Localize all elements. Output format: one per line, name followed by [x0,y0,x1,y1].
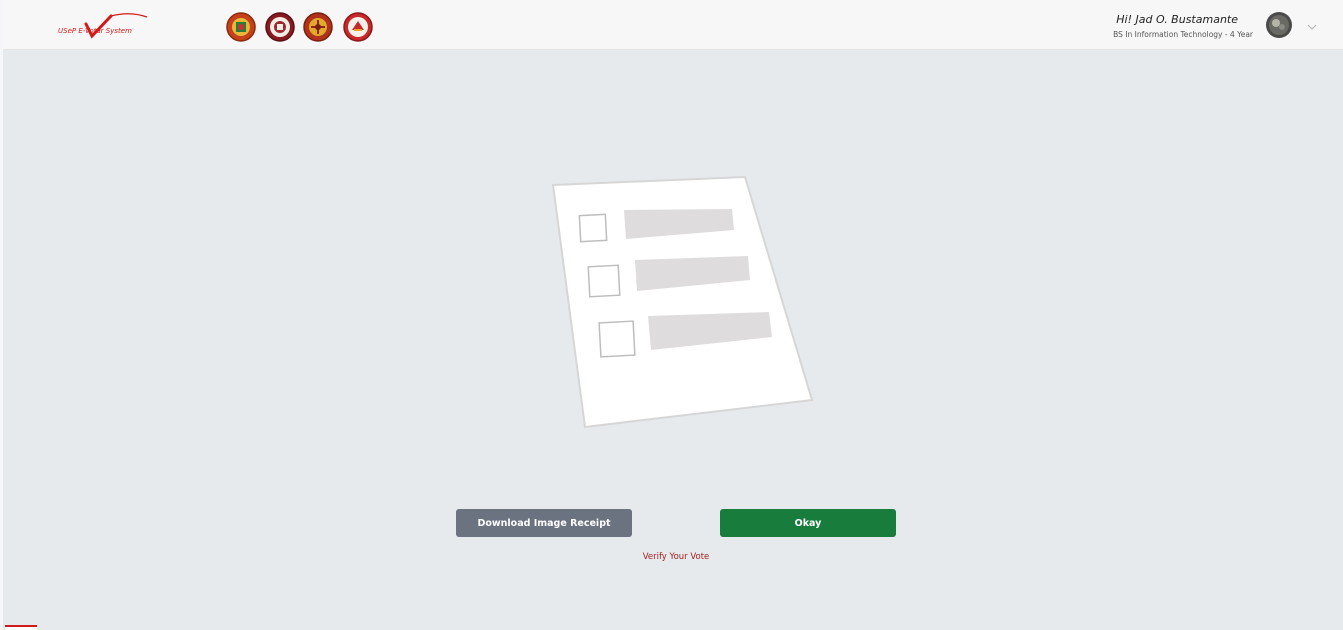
user-program: BS In Information Technology - 4 Year [1113,30,1253,39]
page: USeP E-Votar System Hi! Jad O. Bustamant… [0,0,1343,630]
college-seal-icon [226,12,256,42]
left-edge [0,0,3,630]
logo-text: USeP E-Votar System [58,27,132,35]
avatar[interactable] [1266,12,1292,38]
university-seal-icon [265,12,295,42]
verify-vote-link[interactable]: Verify Your Vote [576,552,776,562]
bottom-tab-indicator [5,625,37,630]
user-greeting: Hi! Jad O. Bustamante [1116,13,1238,26]
app-logo[interactable]: USeP E-Votar System [55,10,150,40]
logo-checkmark-icon [84,13,148,39]
ballot-illustration [540,170,830,444]
download-receipt-button[interactable]: Download Image Receipt [456,509,632,537]
student-council-seal-icon [343,12,373,42]
top-bar: USeP E-Votar System Hi! Jad O. Bustamant… [3,0,1343,50]
department-seal-icon [303,12,333,42]
okay-button[interactable]: Okay [720,509,896,537]
chevron-down-icon[interactable] [1306,18,1318,30]
